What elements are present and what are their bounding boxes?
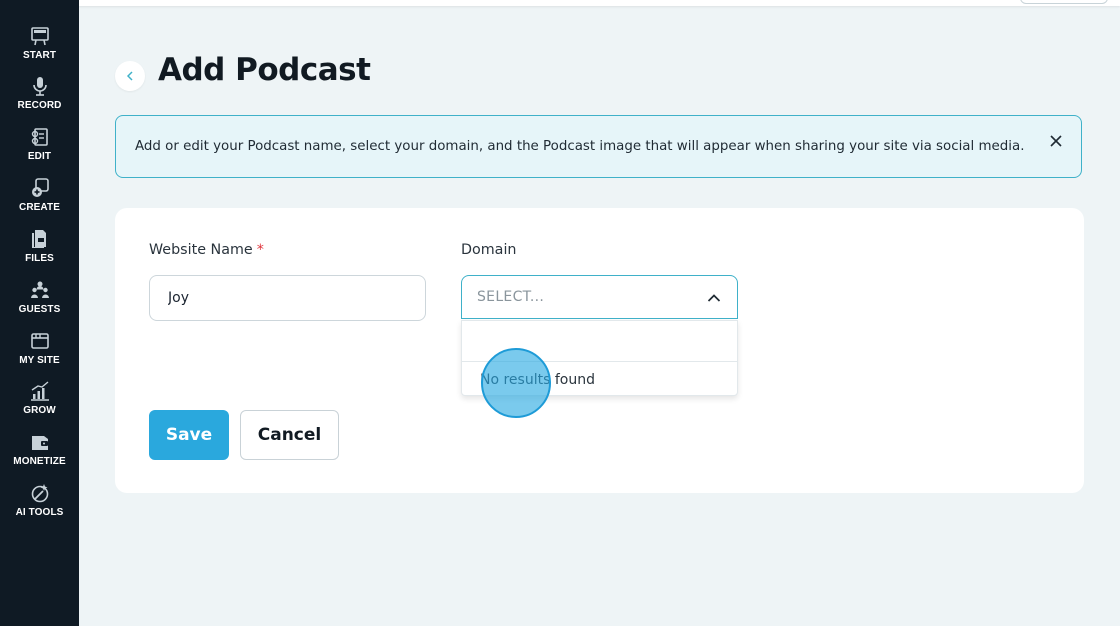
sidebar-item-grow[interactable]: GROW (0, 377, 79, 427)
files-icon (31, 230, 46, 248)
guests-icon (30, 281, 49, 298)
sidebar-item-label: CREATE (19, 202, 60, 213)
domain-search-input[interactable] (462, 321, 737, 362)
info-banner-text: Add or edit your Podcast name, select yo… (135, 139, 1025, 154)
sidebar-item-label: AI TOOLS (15, 507, 64, 518)
website-name-input[interactable] (149, 275, 426, 321)
sidebar-item-guests[interactable]: GUESTS (0, 276, 79, 326)
website-name-label: Website Name * (149, 242, 264, 258)
cancel-button[interactable]: Cancel (240, 410, 339, 460)
no-results-message: No results found (480, 372, 595, 388)
monetize-icon (31, 436, 48, 450)
sidebar-item-monetize[interactable]: MONETIZE (0, 428, 79, 478)
sidebar-item-record[interactable]: RECORD (0, 72, 79, 122)
domain-select[interactable]: SELECT... (461, 275, 738, 319)
page-title: Add Podcast (158, 52, 371, 88)
sidebar-item-label: FILES (25, 253, 54, 264)
chevron-up-icon (707, 294, 721, 302)
grow-chart-icon (30, 381, 49, 401)
create-icon (31, 178, 49, 197)
microphone-icon (32, 77, 47, 96)
sidebar-item-label: GROW (23, 405, 56, 416)
close-icon[interactable] (1048, 133, 1064, 149)
sidebar-item-files[interactable]: FILES (0, 225, 79, 275)
sidebar-item-label: GUESTS (18, 304, 61, 315)
sidebar: START RECORD EDIT CREATE FILES GUESTS MY… (0, 0, 79, 626)
sidebar-item-label: EDIT (27, 151, 52, 162)
sidebar-item-label: MONETIZE (13, 456, 66, 467)
sidebar-item-my-site[interactable]: MY SITE (0, 327, 79, 377)
ai-tools-icon (31, 484, 48, 503)
info-banner: Add or edit your Podcast name, select yo… (115, 115, 1082, 178)
top-bar-button[interactable] (1020, 0, 1108, 4)
save-button[interactable]: Save (149, 410, 229, 460)
edit-icon (31, 128, 48, 146)
my-site-icon (30, 333, 49, 349)
chevron-left-icon (126, 71, 133, 81)
sidebar-item-label: MY SITE (19, 355, 60, 366)
top-bar (79, 0, 1120, 6)
sidebar-item-start[interactable]: START (0, 22, 79, 72)
sidebar-item-label: RECORD (17, 100, 62, 111)
start-icon (30, 27, 49, 46)
website-name-label-text: Website Name (149, 242, 253, 258)
back-button[interactable] (115, 61, 145, 91)
domain-label: Domain (461, 242, 517, 258)
sidebar-item-create[interactable]: CREATE (0, 174, 79, 224)
domain-select-placeholder: SELECT... (477, 289, 545, 305)
sidebar-item-label: START (22, 50, 57, 61)
sidebar-item-ai-tools[interactable]: AI TOOLS (0, 479, 79, 529)
sidebar-item-edit[interactable]: EDIT (0, 123, 79, 173)
domain-dropdown: No results found (461, 320, 738, 396)
required-mark: * (256, 242, 264, 258)
